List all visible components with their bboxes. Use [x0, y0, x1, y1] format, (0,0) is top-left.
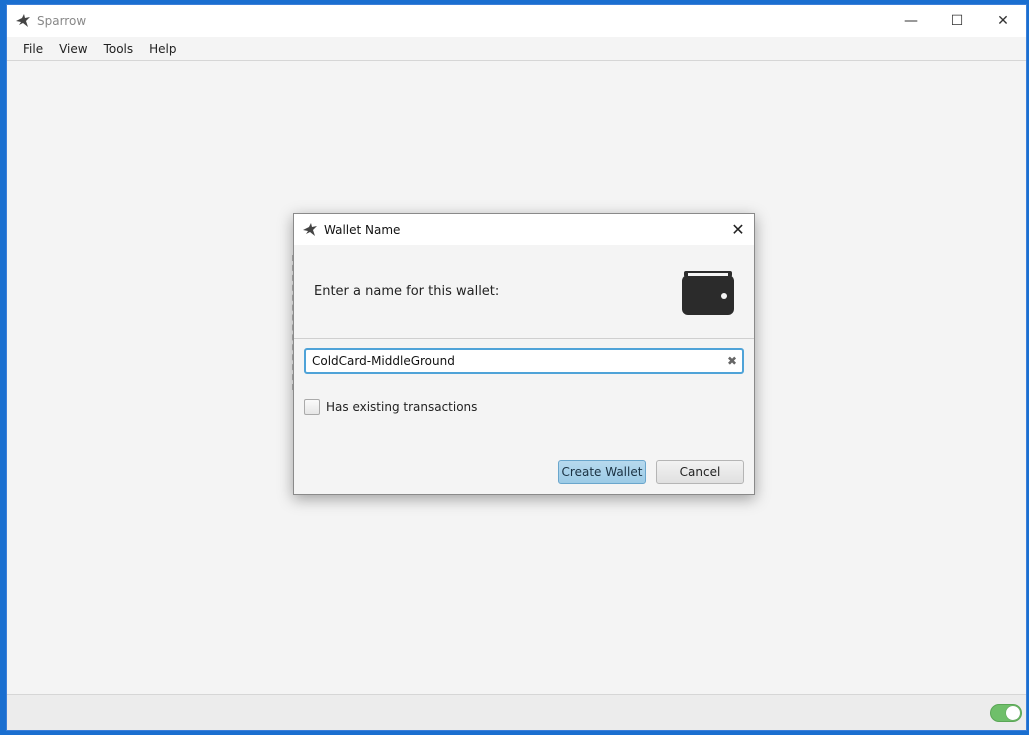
- sparrow-bird-icon: [302, 222, 318, 238]
- dialog-title: Wallet Name: [324, 222, 401, 237]
- status-bar: [7, 694, 1026, 730]
- minimize-button[interactable]: —: [888, 5, 934, 37]
- menu-help[interactable]: Help: [141, 42, 184, 56]
- menu-file[interactable]: File: [15, 42, 51, 56]
- wallet-name-input[interactable]: [306, 351, 722, 371]
- wallet-icon: [682, 269, 734, 315]
- existing-transactions-checkbox[interactable]: [304, 399, 320, 415]
- cancel-button[interactable]: Cancel: [656, 460, 744, 484]
- existing-transactions-row: Has existing transactions: [304, 399, 477, 415]
- menu-view[interactable]: View: [51, 42, 95, 56]
- dialog-header: Enter a name for this wallet:: [294, 245, 754, 339]
- menu-bar: File View Tools Help: [7, 37, 1026, 61]
- window-controls: — ☐ ✕: [888, 5, 1026, 37]
- maximize-button[interactable]: ☐: [934, 5, 980, 37]
- dialog-close-button[interactable]: ✕: [722, 214, 754, 245]
- clear-icon[interactable]: ✖: [722, 354, 742, 368]
- toggle-knob: [1006, 706, 1020, 720]
- close-window-button[interactable]: ✕: [980, 5, 1026, 37]
- sparrow-bird-icon: [15, 13, 31, 29]
- menu-tools[interactable]: Tools: [96, 42, 142, 56]
- existing-transactions-label[interactable]: Has existing transactions: [326, 400, 477, 414]
- dialog-titlebar[interactable]: Wallet Name ✕: [294, 214, 754, 245]
- window-title: Sparrow: [37, 14, 87, 28]
- wallet-name-dialog: Wallet Name ✕ Enter a name for this wall…: [293, 213, 755, 495]
- window-titlebar[interactable]: Sparrow — ☐ ✕: [7, 5, 1026, 37]
- wallet-name-field: ✖: [304, 348, 744, 374]
- create-wallet-button[interactable]: Create Wallet: [558, 460, 646, 484]
- dialog-header-text: Enter a name for this wallet:: [314, 284, 500, 299]
- server-connection-toggle[interactable]: [990, 704, 1022, 722]
